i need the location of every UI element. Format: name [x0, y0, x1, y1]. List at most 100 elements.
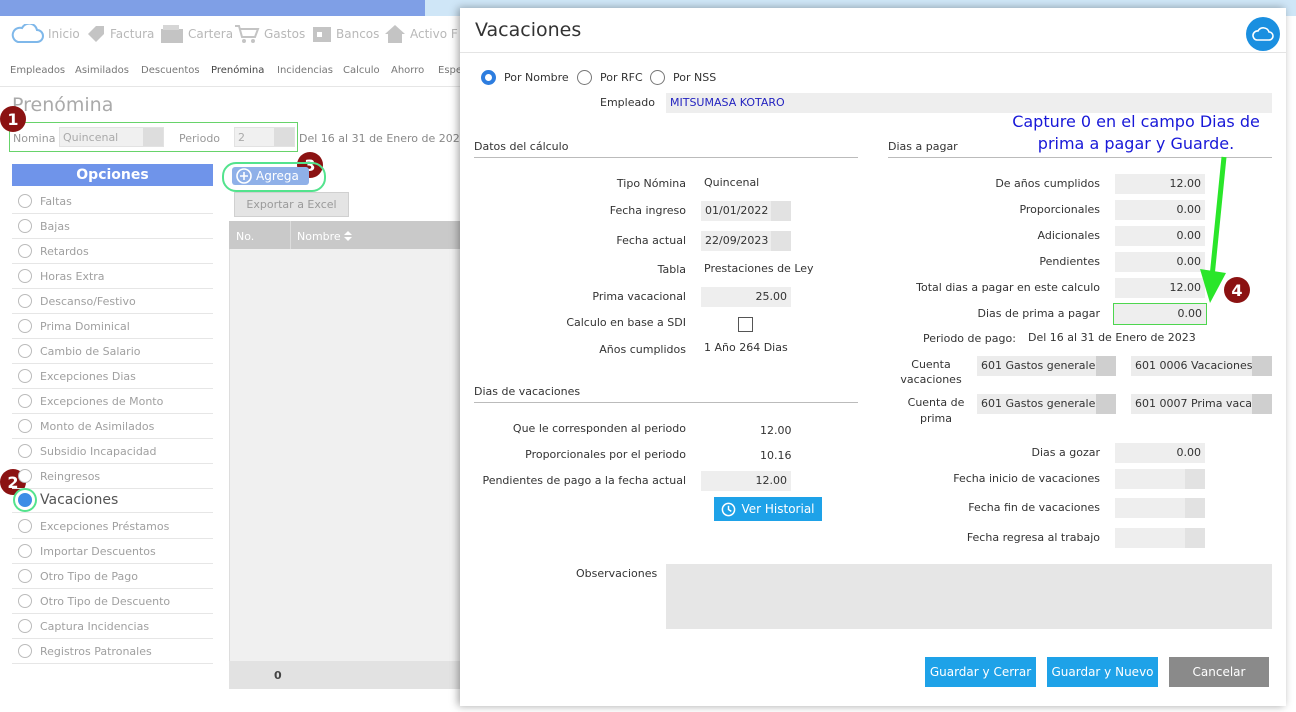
annotation-line-1: Capture 0 en el campo Dias de [1012, 112, 1260, 131]
radio-button[interactable] [18, 394, 32, 408]
tab-empleados[interactable]: Empleados [10, 65, 65, 76]
export-excel-button[interactable]: Exportar a Excel [234, 192, 349, 217]
agregar-button[interactable]: Agrega [232, 167, 309, 185]
col-nombre[interactable]: Nombre [297, 230, 341, 243]
option-item[interactable]: Importar Descuentos [12, 539, 213, 564]
radio-por-rfc[interactable] [577, 70, 592, 85]
calendar-icon[interactable] [1185, 528, 1205, 548]
cuenta-prima-label-2: prima [919, 412, 953, 425]
fecha-ingreso-field[interactable]: 01/01/2022 [701, 201, 791, 221]
fecha-fin-field[interactable] [1115, 498, 1205, 518]
step-badge-4: 4 [1224, 277, 1250, 303]
option-item[interactable]: Monto de Asimilados [12, 414, 213, 439]
option-item[interactable]: Registros Patronales [12, 639, 213, 664]
calendar-icon[interactable] [1185, 469, 1205, 489]
radio-button[interactable] [18, 519, 32, 533]
radio-button[interactable] [18, 493, 32, 507]
radio-button[interactable] [18, 619, 32, 633]
cloud-button[interactable] [1246, 17, 1280, 51]
option-item[interactable]: Vacaciones [12, 488, 213, 513]
anios-cumplidos-value: 1 Año 264 Dias [704, 341, 788, 354]
dias-gozar-label: Dias a gozar [1031, 446, 1100, 459]
guardar-cerrar-button[interactable]: Guardar y Cerrar [925, 657, 1036, 687]
tab-ahorro[interactable]: Ahorro [391, 65, 424, 76]
radio-button[interactable] [18, 319, 32, 333]
calculo-sdi-checkbox[interactable] [738, 317, 753, 332]
nav-gastos[interactable]: Gastos [234, 24, 305, 44]
option-item[interactable]: Otro Tipo de Descuento [12, 589, 213, 614]
radio-button[interactable] [18, 419, 32, 433]
radio-button[interactable] [18, 544, 32, 558]
col-no[interactable]: No. [236, 230, 254, 243]
option-label: Bajas [40, 219, 70, 233]
tab-calculo[interactable]: Calculo [343, 65, 380, 76]
nav-factura[interactable]: Factura [86, 24, 154, 44]
tab-incidencias[interactable]: Incidencias [277, 65, 333, 76]
option-item[interactable]: Cambio de Salario [12, 339, 213, 364]
fecha-actual-field[interactable]: 22/09/2023 [701, 231, 791, 251]
radio-button[interactable] [18, 219, 32, 233]
fecha-regresa-field[interactable] [1115, 528, 1205, 548]
radio-button[interactable] [18, 569, 32, 583]
radio-button[interactable] [18, 194, 32, 208]
radio-por-nombre[interactable] [481, 70, 496, 85]
radio-button[interactable] [18, 469, 32, 483]
tab-especiales[interactable]: Espe [438, 65, 462, 76]
radio-por-nss[interactable] [650, 70, 665, 85]
option-item[interactable]: Captura Incidencias [12, 614, 213, 639]
cuenta-vacaciones-select-1[interactable]: 601 Gastos generales [977, 356, 1116, 376]
option-item[interactable]: Faltas [12, 189, 213, 214]
tab-prenomina[interactable]: Prenómina [211, 65, 264, 76]
datos-section-title: Datos del cálculo [474, 140, 858, 158]
option-item[interactable]: Reingresos [12, 464, 213, 489]
empleado-field[interactable]: MITSUMASA KOTARO [666, 93, 1272, 113]
nav-activo[interactable]: Activo F [384, 24, 458, 44]
option-item[interactable]: Excepciones Préstamos [12, 514, 213, 539]
cancelar-button[interactable]: Cancelar [1169, 657, 1269, 687]
proporcionales-periodo-value: 10.16 [760, 449, 792, 462]
radio-button[interactable] [18, 369, 32, 383]
tab-descuentos[interactable]: Descuentos [141, 65, 200, 76]
nav-inicio[interactable]: Inicio [10, 24, 80, 44]
observaciones-textarea[interactable] [666, 564, 1272, 629]
option-label: Otro Tipo de Pago [40, 569, 138, 583]
radio-button[interactable] [18, 344, 32, 358]
cuenta-prima-select-1[interactable]: 601 Gastos generales [977, 394, 1116, 414]
option-item[interactable]: Subsidio Incapacidad [12, 439, 213, 464]
fecha-inicio-field[interactable] [1115, 469, 1205, 489]
nomina-select[interactable]: Quincenal [59, 127, 164, 147]
option-item[interactable]: Otro Tipo de Pago [12, 564, 213, 589]
calendar-icon[interactable] [771, 231, 791, 251]
option-item[interactable]: Horas Extra [12, 264, 213, 289]
radio-button[interactable] [18, 444, 32, 458]
tab-asimilados[interactable]: Asimilados [75, 65, 129, 76]
dias-gozar-field[interactable]: 0.00 [1115, 443, 1205, 463]
option-label: Excepciones Préstamos [40, 519, 170, 533]
radio-button[interactable] [18, 644, 32, 658]
option-item[interactable]: Descanso/Festivo [12, 289, 213, 314]
ver-historial-button[interactable]: Ver Historial [714, 497, 822, 521]
tipo-nomina-value: Quincenal [704, 176, 760, 189]
nav-cartera[interactable]: Cartera [160, 24, 233, 44]
guardar-nuevo-button[interactable]: Guardar y Nuevo [1047, 657, 1158, 687]
radio-button[interactable] [18, 594, 32, 608]
option-item[interactable]: Retardos [12, 239, 213, 264]
radio-button[interactable] [18, 294, 32, 308]
radio-button[interactable] [18, 244, 32, 258]
pendientes-fecha-field[interactable]: 12.00 [701, 471, 791, 491]
periodo-select[interactable]: 2 [234, 127, 295, 147]
option-item[interactable]: Excepciones de Monto [12, 389, 213, 414]
cuenta-prima-select-2[interactable]: 601 0007 Prima vaca... [1131, 394, 1272, 414]
nav-bancos[interactable]: Bancos [312, 24, 379, 44]
calendar-icon[interactable] [1185, 498, 1205, 518]
calendar-icon[interactable] [771, 201, 791, 221]
option-label: Subsidio Incapacidad [40, 444, 157, 458]
corresponden-label: Que le corresponden al periodo [512, 422, 686, 435]
option-item[interactable]: Excepciones Dias [12, 364, 213, 389]
prima-vacacional-field[interactable]: 25.00 [701, 287, 791, 307]
option-item[interactable]: Prima Dominical [12, 314, 213, 339]
cuenta-vacaciones-select-2[interactable]: 601 0006 Vacaciones [1131, 356, 1272, 376]
radio-button[interactable] [18, 269, 32, 283]
step-badge-1: 1 [0, 106, 26, 132]
option-item[interactable]: Bajas [12, 214, 213, 239]
